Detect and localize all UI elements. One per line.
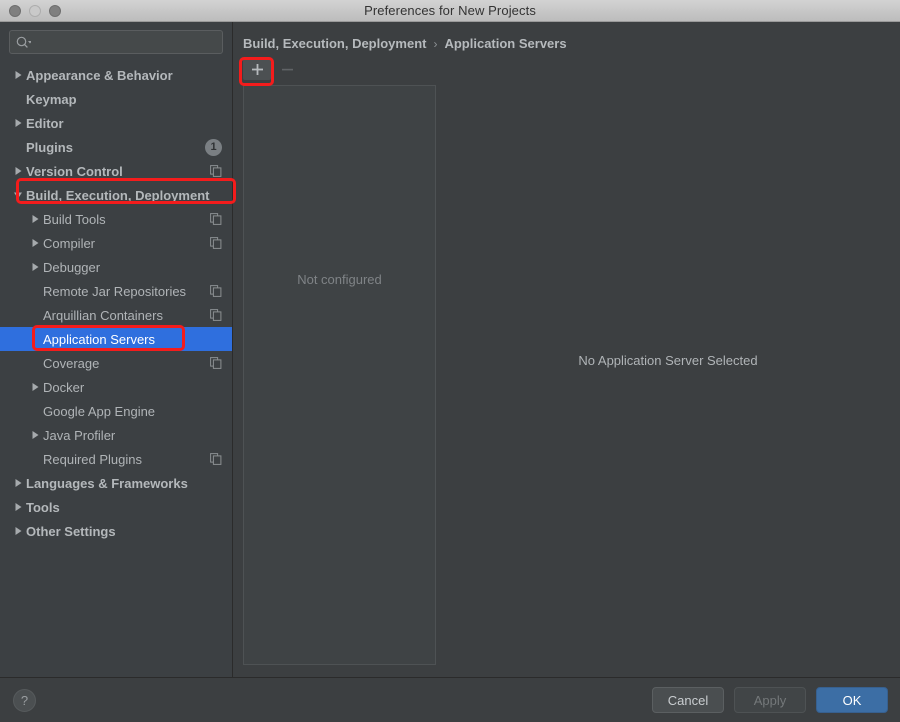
- sidebar-item-label: Plugins: [26, 139, 73, 155]
- sidebar-item-label: Arquillian Containers: [43, 307, 163, 323]
- server-detail-empty-text: No Application Server Selected: [578, 353, 758, 368]
- breadcrumb-separator-icon: ›: [433, 36, 438, 51]
- settings-sidebar: Appearance & Behavior Keymap Editor Plugins…: [0, 22, 233, 677]
- chevron-right-icon[interactable]: [10, 478, 26, 488]
- copy-settings-icon[interactable]: [210, 237, 222, 249]
- sidebar-item-label: Editor: [26, 115, 64, 131]
- copy-settings-icon[interactable]: [210, 453, 222, 465]
- sidebar-item-coverage[interactable]: Coverage: [0, 351, 232, 375]
- sidebar-item-label: Application Servers: [43, 331, 155, 347]
- sidebar-item-languages-frameworks[interactable]: Languages & Frameworks: [0, 471, 232, 495]
- sidebar-item-label: Build, Execution, Deployment: [26, 187, 210, 203]
- sidebar-item-label: Build Tools: [43, 211, 106, 227]
- chevron-right-icon[interactable]: [10, 166, 26, 176]
- sidebar-item-label: Google App Engine: [43, 403, 156, 419]
- sidebar-item-tools[interactable]: Tools: [0, 495, 232, 519]
- sidebar-item-remote-jar-repositories[interactable]: Remote Jar Repositories: [0, 279, 232, 303]
- sidebar-item-appearance-behavior[interactable]: Appearance & Behavior: [0, 63, 232, 87]
- search-input[interactable]: [31, 35, 216, 49]
- sidebar-item-version-control[interactable]: Version Control: [0, 159, 232, 183]
- cancel-button[interactable]: Cancel: [652, 687, 724, 713]
- sidebar-item-label: Remote Jar Repositories: [43, 283, 187, 299]
- sidebar-item-label: Required Plugins: [43, 451, 143, 467]
- sidebar-item-arquillian-containers[interactable]: Arquillian Containers: [0, 303, 232, 327]
- server-list-toolbar: [233, 51, 900, 85]
- sidebar-item-label: Java Profiler: [43, 427, 116, 443]
- sidebar-item-debugger[interactable]: Debugger: [0, 255, 232, 279]
- chevron-right-icon[interactable]: [10, 118, 26, 128]
- copy-settings-icon[interactable]: [210, 285, 222, 297]
- breadcrumb: Build, Execution, Deployment › Applicati…: [233, 22, 900, 51]
- sidebar-item-application-servers[interactable]: Application Servers: [0, 327, 232, 351]
- chevron-right-icon[interactable]: [10, 70, 26, 80]
- sidebar-item-label: Docker: [43, 379, 85, 395]
- server-detail-pane: No Application Server Selected: [436, 85, 900, 677]
- chevron-right-icon[interactable]: [27, 214, 43, 224]
- sidebar-item-label: Appearance & Behavior: [26, 67, 173, 83]
- chevron-right-icon[interactable]: [27, 262, 43, 272]
- sidebar-item-compiler[interactable]: Compiler: [0, 231, 232, 255]
- copy-settings-icon[interactable]: [210, 357, 222, 369]
- sidebar-item-required-plugins[interactable]: Required Plugins: [0, 447, 232, 471]
- sidebar-item-java-profiler[interactable]: Java Profiler: [0, 423, 232, 447]
- chevron-right-icon[interactable]: [10, 526, 26, 536]
- chevron-right-icon[interactable]: [27, 238, 43, 248]
- preferences-window: Preferences for New Projects Appearance: [0, 0, 900, 722]
- title-bar: Preferences for New Projects: [0, 0, 900, 22]
- sidebar-item-docker[interactable]: Docker: [0, 375, 232, 399]
- sidebar-item-label: Debugger: [43, 259, 101, 275]
- remove-server-button[interactable]: [273, 58, 301, 80]
- sidebar-item-label: Coverage: [43, 355, 100, 371]
- content-panel: Build, Execution, Deployment › Applicati…: [233, 22, 900, 677]
- chevron-right-icon[interactable]: [27, 430, 43, 440]
- search-icon: [16, 36, 31, 49]
- ok-button[interactable]: OK: [816, 687, 888, 713]
- sidebar-item-label: Languages & Frameworks: [26, 475, 188, 491]
- sidebar-item-keymap[interactable]: Keymap: [0, 87, 232, 111]
- chevron-right-icon[interactable]: [27, 382, 43, 392]
- settings-tree: Appearance & Behavior Keymap Editor Plugins…: [0, 61, 232, 677]
- server-list-pane[interactable]: Not configured: [243, 85, 436, 665]
- sidebar-item-editor[interactable]: Editor: [0, 111, 232, 135]
- help-button[interactable]: ?: [13, 688, 36, 712]
- sidebar-item-build-tools[interactable]: Build Tools: [0, 207, 232, 231]
- chevron-down-icon[interactable]: [10, 191, 26, 200]
- sidebar-item-google-app-engine[interactable]: Google App Engine: [0, 399, 232, 423]
- add-server-button[interactable]: [243, 58, 271, 80]
- apply-button[interactable]: Apply: [734, 687, 806, 713]
- server-panes: Not configured No Application Server Sel…: [233, 85, 900, 677]
- sidebar-item-label: Keymap: [26, 91, 77, 107]
- chevron-right-icon[interactable]: [10, 502, 26, 512]
- window-title: Preferences for New Projects: [364, 3, 536, 18]
- sidebar-item-build-execution-deployment[interactable]: Build, Execution, Deployment: [0, 183, 232, 207]
- sidebar-item-label: Compiler: [43, 235, 96, 251]
- dialog-button-bar: ? Cancel Apply OK: [0, 677, 900, 722]
- status-badge: 1: [205, 138, 222, 156]
- search-container: [0, 22, 232, 61]
- sidebar-item-label: Version Control: [26, 163, 123, 179]
- breadcrumb-leaf: Application Servers: [444, 36, 567, 51]
- sidebar-item-label: Other Settings: [26, 523, 116, 539]
- sidebar-item-label: Tools: [26, 499, 60, 515]
- server-list-empty-text: Not configured: [297, 272, 382, 287]
- breadcrumb-root[interactable]: Build, Execution, Deployment: [243, 36, 426, 51]
- window-body: Appearance & Behavior Keymap Editor Plugins…: [0, 22, 900, 677]
- copy-settings-icon[interactable]: [210, 309, 222, 321]
- sidebar-item-other-settings[interactable]: Other Settings: [0, 519, 232, 543]
- copy-settings-icon[interactable]: [210, 165, 222, 177]
- search-box[interactable]: [9, 30, 223, 54]
- dialog-actions: Cancel Apply OK: [652, 687, 888, 713]
- copy-settings-icon[interactable]: [210, 213, 222, 225]
- sidebar-item-plugins[interactable]: Plugins 1: [0, 135, 232, 159]
